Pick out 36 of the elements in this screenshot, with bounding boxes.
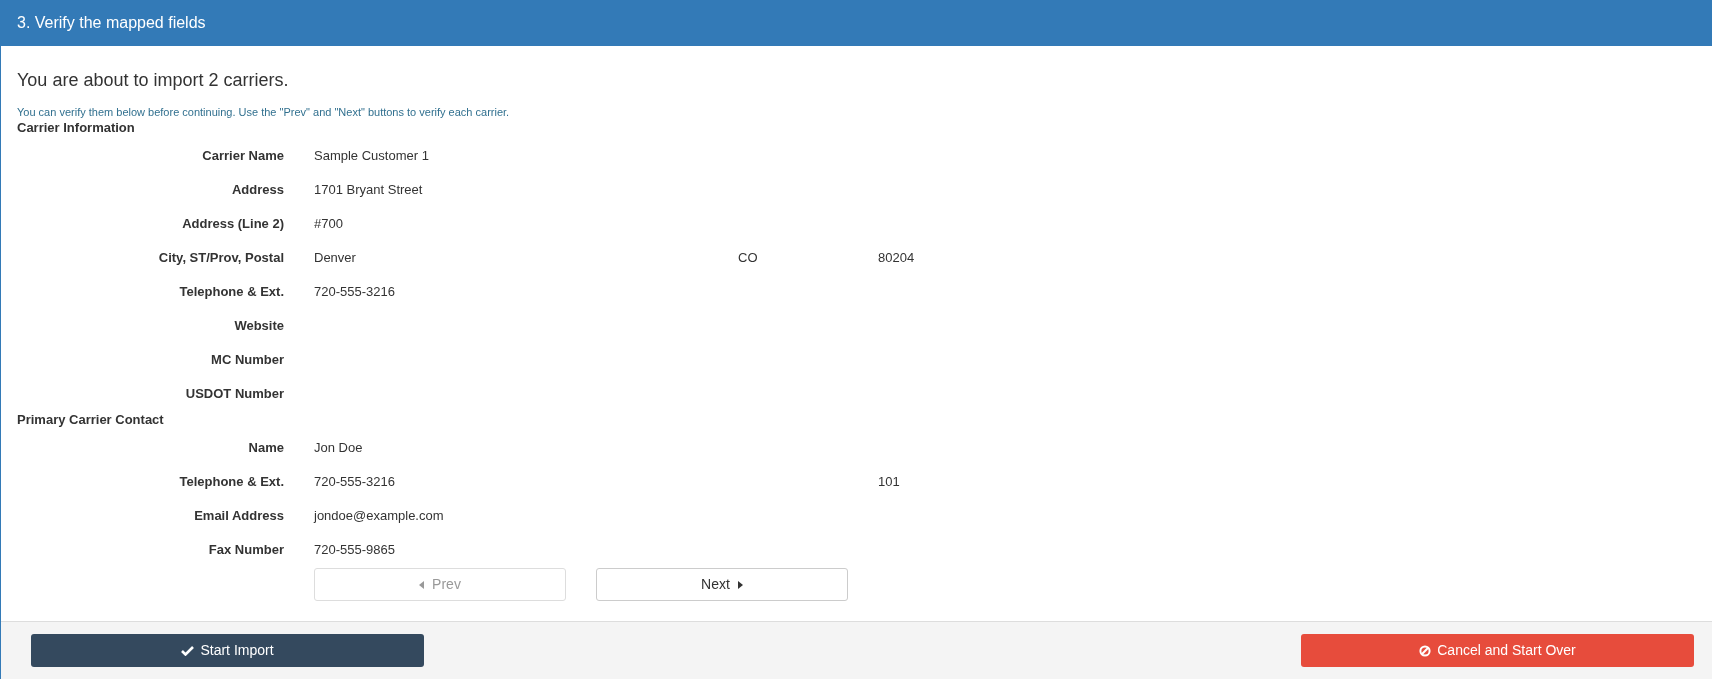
checkmark-icon xyxy=(181,645,195,656)
field-label: MC Number xyxy=(211,351,284,370)
field-label: Fax Number xyxy=(208,541,284,560)
field-value: 80204 xyxy=(878,250,915,266)
ban-icon xyxy=(1419,644,1432,657)
field-value: jondoe@example.com xyxy=(314,508,444,524)
field-label: USDOT Number xyxy=(185,385,284,404)
start-import-button[interactable]: Start Import xyxy=(31,634,424,667)
field-label: City, ST/Prov, Postal xyxy=(158,249,284,268)
field-label: Telephone & Ext. xyxy=(179,283,284,302)
caret-left-icon xyxy=(419,580,425,589)
field-value: Jon Doe xyxy=(314,440,363,456)
field-value: 1701 Bryant Street xyxy=(314,182,423,198)
field-label: Carrier Name xyxy=(202,147,284,166)
field-label: Name xyxy=(248,439,284,458)
section-title: Carrier Information xyxy=(17,120,136,136)
field-value: 101 xyxy=(878,474,900,490)
section-title: Primary Carrier Contact xyxy=(17,412,165,428)
field-value: Denver xyxy=(314,250,356,266)
field-label: Address (Line 2) xyxy=(182,215,284,234)
caret-right-icon xyxy=(737,580,743,589)
next-button[interactable]: Next xyxy=(596,568,848,601)
field-label: Address xyxy=(231,181,284,200)
field-value: 720-555-3216 xyxy=(314,284,395,300)
panel-header: 3. Verify the mapped fields xyxy=(1,0,1712,46)
intro-text: You can verify them below before continuing. Use the "Prev" and "Next" buttons to verify each carrier. xyxy=(17,105,511,119)
field-value: 720-555-3216 xyxy=(314,474,395,490)
field-value: Sample Customer 1 xyxy=(314,148,429,164)
field-value: 720-555-9865 xyxy=(314,542,395,558)
field-label: Telephone & Ext. xyxy=(179,473,284,492)
cancel-button[interactable]: Cancel and Start Over xyxy=(1301,634,1694,667)
field-label: Email Address xyxy=(194,507,284,526)
field-value: #700 xyxy=(314,216,343,232)
import-heading: You are about to import 2 carriers. xyxy=(17,69,290,91)
field-value: CO xyxy=(738,250,758,266)
field-label: Website xyxy=(234,317,284,336)
